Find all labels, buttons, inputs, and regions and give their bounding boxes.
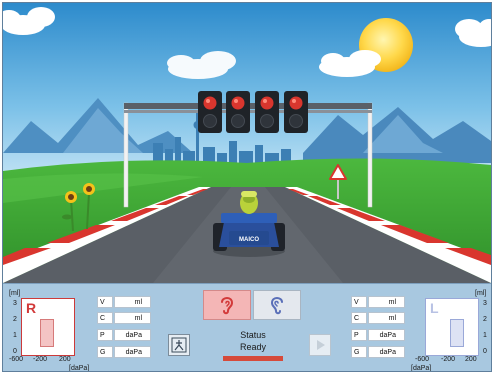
left-normal-range-box — [450, 319, 464, 347]
y-tick-label: 2 — [13, 316, 17, 323]
x-unit-label: [daPa] — [411, 365, 432, 372]
traffic-light — [226, 91, 250, 133]
traffic-light — [198, 91, 222, 133]
y-unit-label: [ml] — [9, 290, 21, 297]
x-tick-label: -600 — [9, 356, 24, 363]
field-row-c: Cml — [97, 312, 153, 324]
field-row-g: GdaPa — [351, 346, 407, 358]
status-bar — [223, 356, 283, 361]
right-measurement-fields: Vml Cml PdaPa GdaPa — [97, 296, 153, 366]
left-measurement-fields: Vml Cml PdaPa GdaPa — [351, 296, 407, 366]
right-ear-button[interactable] — [203, 290, 251, 320]
left-tympanogram-plot: L — [425, 298, 479, 356]
y-tick-label: 0 — [13, 348, 17, 355]
person-button[interactable] — [168, 334, 190, 356]
right-ear-chart: [ml] 3 2 1 0 R -600 -200 200 [daPa] — [7, 284, 91, 372]
field-row-v: Vml — [351, 296, 407, 308]
y-tick-label: 0 — [483, 348, 487, 355]
x-tick-label: -200 — [441, 356, 456, 363]
field-row-v: Vml — [97, 296, 153, 308]
field-row-p: PdaPa — [351, 329, 407, 341]
field-row-p: PdaPa — [97, 329, 153, 341]
traffic-light — [255, 91, 279, 133]
y-unit-label: [ml] — [475, 290, 487, 297]
y-tick-label: 2 — [483, 316, 487, 323]
x-tick-label: 200 — [59, 356, 71, 363]
field-row-g: GdaPa — [97, 346, 153, 358]
game-window: MAICO [ml] 3 2 1 0 R -600 -200 200 [daPa… — [2, 2, 492, 372]
right-tympanogram-plot: R — [21, 298, 75, 356]
left-ear-letter: L — [430, 300, 439, 316]
y-tick-label: 1 — [483, 332, 487, 339]
x-tick-label: -600 — [415, 356, 430, 363]
play-icon — [317, 340, 325, 350]
status-value: Ready — [239, 342, 266, 352]
x-tick-label: 200 — [465, 356, 477, 363]
kart-badge: MAICO — [239, 237, 259, 243]
status-label: Status — [240, 330, 266, 340]
traffic-light — [284, 91, 308, 133]
y-tick-label: 3 — [13, 300, 17, 307]
race-scene: MAICO — [3, 3, 491, 283]
field-row-c: Cml — [351, 312, 407, 324]
x-unit-label: [daPa] — [69, 365, 90, 372]
y-tick-label: 1 — [13, 332, 17, 339]
right-ear-letter: R — [26, 300, 37, 316]
ear-icon — [221, 297, 234, 315]
play-button[interactable] — [309, 334, 331, 356]
right-normal-range-box — [40, 319, 54, 347]
control-panel: [ml] 3 2 1 0 R -600 -200 200 [daPa] Vml … — [3, 283, 491, 372]
y-tick-label: 3 — [483, 300, 487, 307]
left-ear-button[interactable] — [253, 290, 301, 320]
person-icon — [171, 337, 187, 353]
x-tick-label: -200 — [33, 356, 48, 363]
ear-icon — [270, 297, 283, 315]
left-ear-chart: [ml] 3 2 1 0 L -600 -200 200 [daPa] — [407, 284, 491, 372]
